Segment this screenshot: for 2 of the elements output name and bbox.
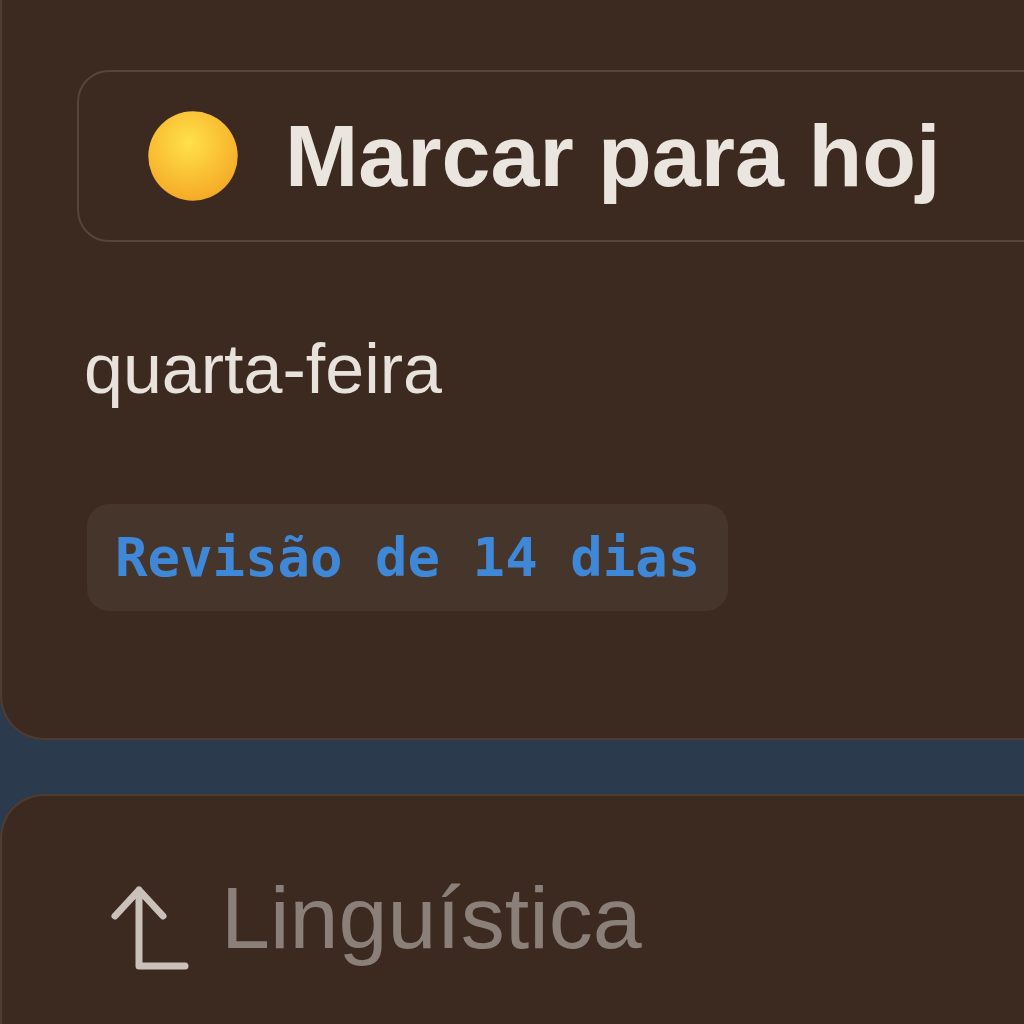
mark-for-today-button[interactable]: Marcar para hoj xyxy=(77,70,1024,242)
review-tag: Revisão de 14 dias xyxy=(87,504,729,611)
